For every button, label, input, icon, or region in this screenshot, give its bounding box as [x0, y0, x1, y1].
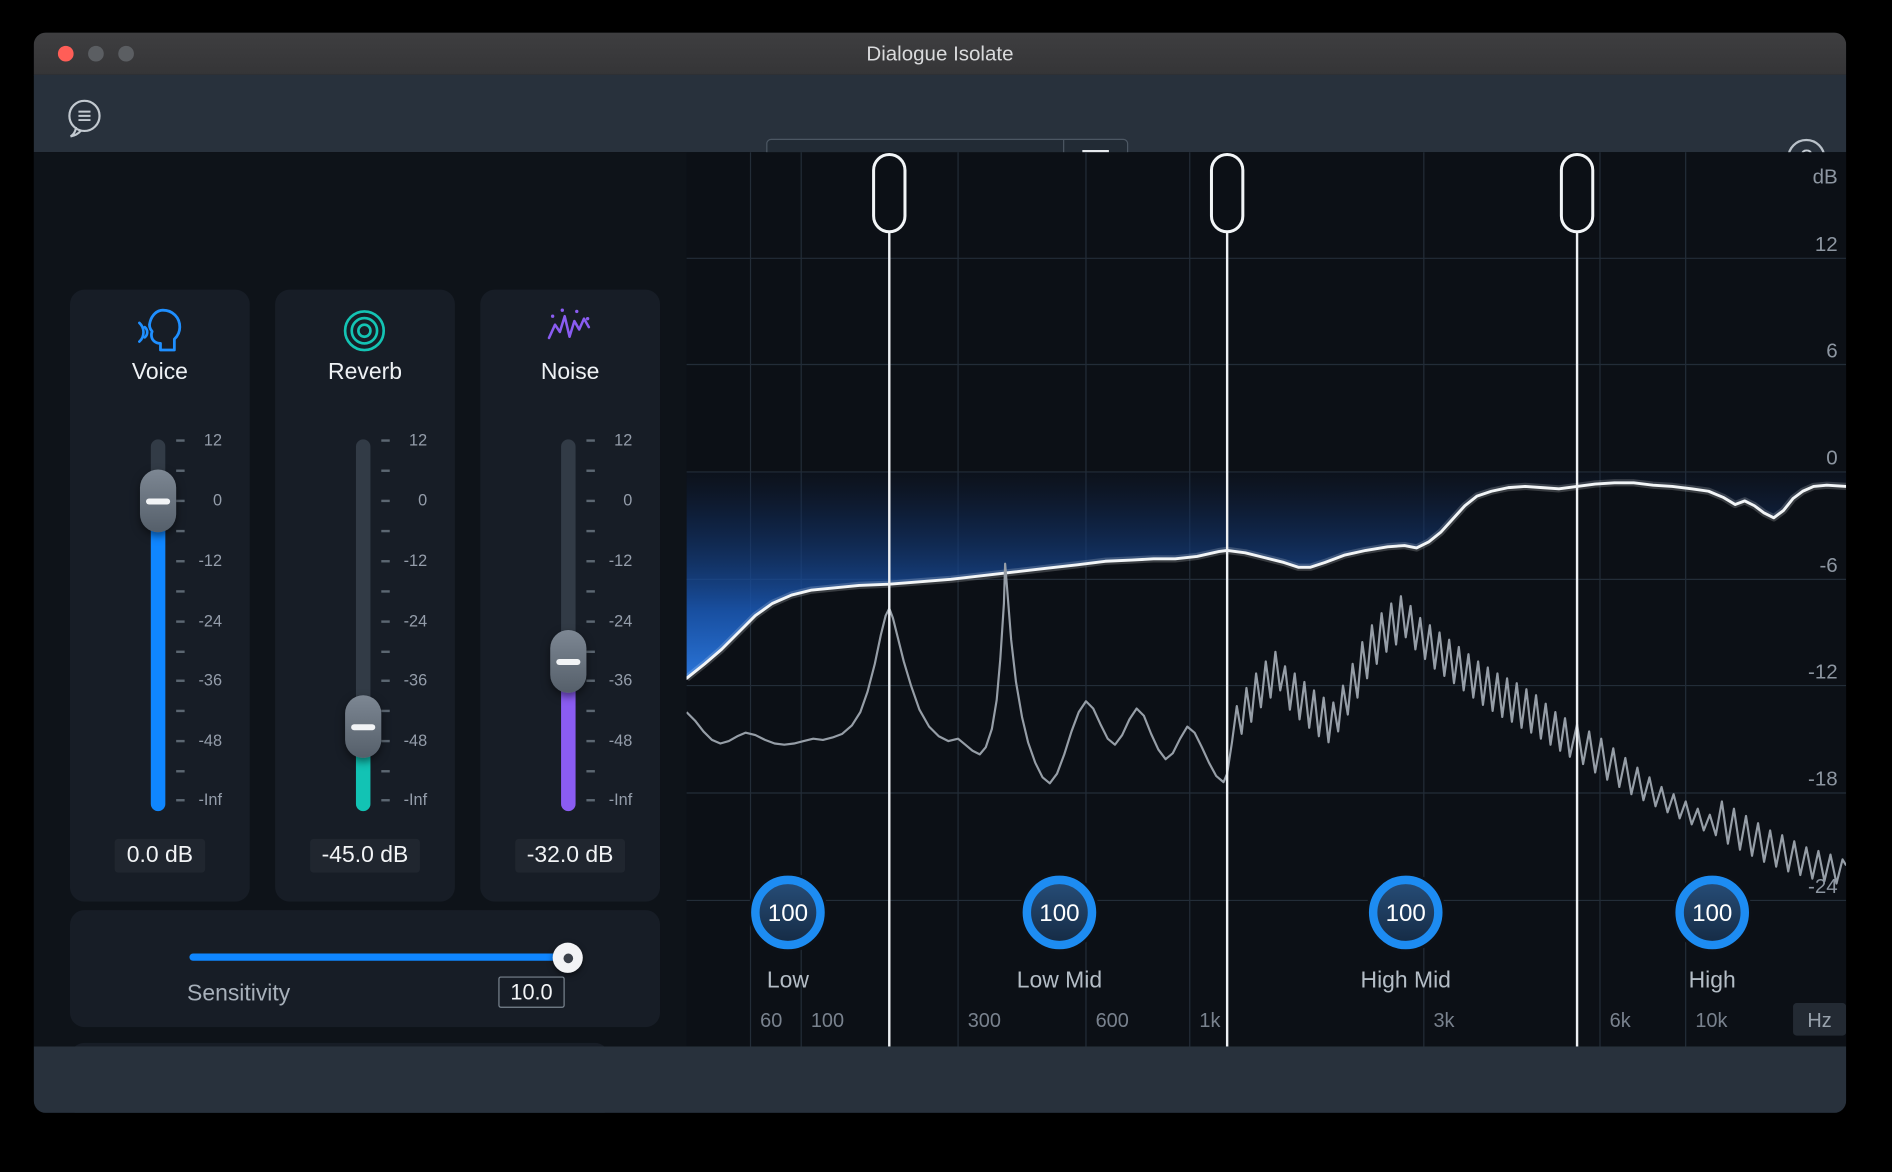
titlebar: Dialogue Isolate	[34, 33, 1846, 76]
freq-axis-label: 3k	[1433, 1010, 1454, 1032]
noise-gain-value[interactable]: -32.0 dB	[515, 839, 626, 873]
fader-tick-label: -36	[389, 670, 428, 692]
db-axis-label: -24	[1808, 875, 1838, 898]
fader-tick-label: -36	[183, 670, 222, 692]
plugin-window: Dialogue Isolate	[34, 33, 1846, 1113]
crossover-handle[interactable]	[1561, 154, 1592, 231]
fader-handle[interactable]	[140, 470, 176, 533]
fader-tick	[176, 590, 184, 592]
fader-handle[interactable]	[345, 695, 381, 758]
freq-axis-label: 6k	[1610, 1010, 1631, 1032]
band-gain-value: 100	[1039, 900, 1079, 927]
window-title: Dialogue Isolate	[34, 33, 1846, 75]
crossover-handle[interactable]	[1211, 154, 1242, 231]
fader-tick-label: -24	[594, 611, 633, 633]
band-gain-value: 100	[768, 900, 808, 927]
module-card-noise: Noise 120-12-24-36-48-Inf -32.0 dB	[480, 290, 660, 902]
sensitivity-panel: Sensitivity 10.0	[70, 910, 660, 1027]
fader-tick-label: 0	[594, 490, 633, 512]
fader-tick-label: 12	[183, 430, 222, 452]
fader-tick-label: 12	[594, 430, 633, 452]
fader-fill	[561, 688, 575, 811]
fader-tick	[586, 470, 594, 472]
fader-tick-label: -12	[594, 550, 633, 572]
fader-tick	[176, 770, 184, 772]
fader-tick-label: 0	[183, 490, 222, 512]
comment-bubble-icon[interactable]	[64, 97, 105, 138]
fader-fill	[356, 753, 370, 811]
fader-tick-label: -24	[389, 611, 428, 633]
fader-tick	[381, 590, 389, 592]
screen: Dialogue Isolate	[0, 0, 1892, 1172]
reverb-gain-value[interactable]: -45.0 dB	[310, 839, 421, 873]
freq-axis-label: 1k	[1199, 1010, 1220, 1032]
db-axis-label: -6	[1819, 554, 1837, 577]
fader-tick	[176, 651, 184, 653]
reverb-fader: 12 0 -12 -24 -36 -48 -Inf	[275, 290, 455, 902]
spectrum-background	[687, 152, 1847, 1046]
fader-tick	[586, 651, 594, 653]
db-axis-label: dB	[1813, 165, 1838, 188]
fader-tick-label: -Inf	[594, 789, 633, 811]
fader-tick-label: -36	[594, 670, 633, 692]
freq-axis-label: 60	[760, 1010, 782, 1032]
toolbar: ?	[34, 75, 1846, 152]
fader-tick	[381, 470, 389, 472]
sensitivity-slider[interactable]	[189, 954, 567, 961]
sensitivity-value-field[interactable]: 10.0	[498, 976, 564, 1007]
band-gain-value: 100	[1386, 900, 1426, 927]
db-axis-label: 12	[1815, 233, 1838, 256]
fader-tick-label: -48	[594, 730, 633, 752]
band-label: Low	[767, 966, 809, 992]
fader-tick	[176, 710, 184, 712]
fader-tick	[176, 530, 184, 532]
fader-tick-label: -12	[183, 550, 222, 572]
fader-tick	[381, 530, 389, 532]
fader-tick-label: -24	[183, 611, 222, 633]
freq-axis-label: 600	[1096, 1010, 1129, 1032]
fader-tick	[381, 770, 389, 772]
freq-axis-label: 100	[811, 1010, 844, 1032]
fader-handle[interactable]	[550, 630, 586, 693]
fader-tick-label: -Inf	[389, 789, 428, 811]
db-axis-label: -18	[1808, 768, 1838, 791]
fader-tick-label: -48	[183, 730, 222, 752]
left-panel: Voice 120-12-24-36-48-Inf 0.0 dB Reverb …	[34, 152, 687, 1046]
fader-tick	[586, 590, 594, 592]
crossover-handle[interactable]	[874, 154, 905, 231]
fader-tick-label: -12	[389, 550, 428, 572]
sensitivity-label: Sensitivity	[187, 981, 290, 1008]
db-axis-label: -12	[1808, 660, 1838, 683]
freq-axis-label: 10k	[1695, 1010, 1727, 1032]
module-card-reverb: Reverb 120-12-24-36-48-Inf -45.0 dB	[275, 290, 455, 902]
fader-tick	[176, 470, 184, 472]
freq-unit-label: Hz	[1807, 1010, 1831, 1032]
spectrum-display[interactable]: 100Low100Low Mid100High Mid100HighdB1260…	[687, 152, 1847, 1046]
fader-tick-label: 12	[389, 430, 428, 452]
db-axis-label: 0	[1826, 447, 1837, 470]
fader-fill	[151, 527, 165, 811]
module-card-voice: Voice 120-12-24-36-48-Inf 0.0 dB	[70, 290, 250, 902]
band-label: Low Mid	[1017, 966, 1102, 992]
fader-tick	[586, 770, 594, 772]
fader-tick	[586, 530, 594, 532]
voice-fader: 12 0 -12 -24 -36 -48 -Inf	[70, 290, 250, 902]
voice-gain-value[interactable]: 0.0 dB	[115, 839, 205, 873]
noise-fader: 12 0 -12 -24 -36 -48 -Inf	[480, 290, 660, 902]
band-label: High Mid	[1361, 966, 1451, 992]
fader-tick	[381, 651, 389, 653]
fader-tick	[381, 710, 389, 712]
fader-tick	[586, 710, 594, 712]
sensitivity-slider-handle[interactable]	[553, 943, 583, 973]
db-axis-label: 6	[1826, 339, 1837, 362]
band-gain-value: 100	[1692, 900, 1732, 927]
fader-tick-label: -Inf	[183, 789, 222, 811]
fader-tick-label: -48	[389, 730, 428, 752]
fader-tick-label: 0	[389, 490, 428, 512]
freq-axis-label: 300	[968, 1010, 1001, 1032]
bottom-bar: Preview Bypass + Compare Render	[34, 1046, 1846, 1112]
band-label: High	[1689, 966, 1736, 992]
